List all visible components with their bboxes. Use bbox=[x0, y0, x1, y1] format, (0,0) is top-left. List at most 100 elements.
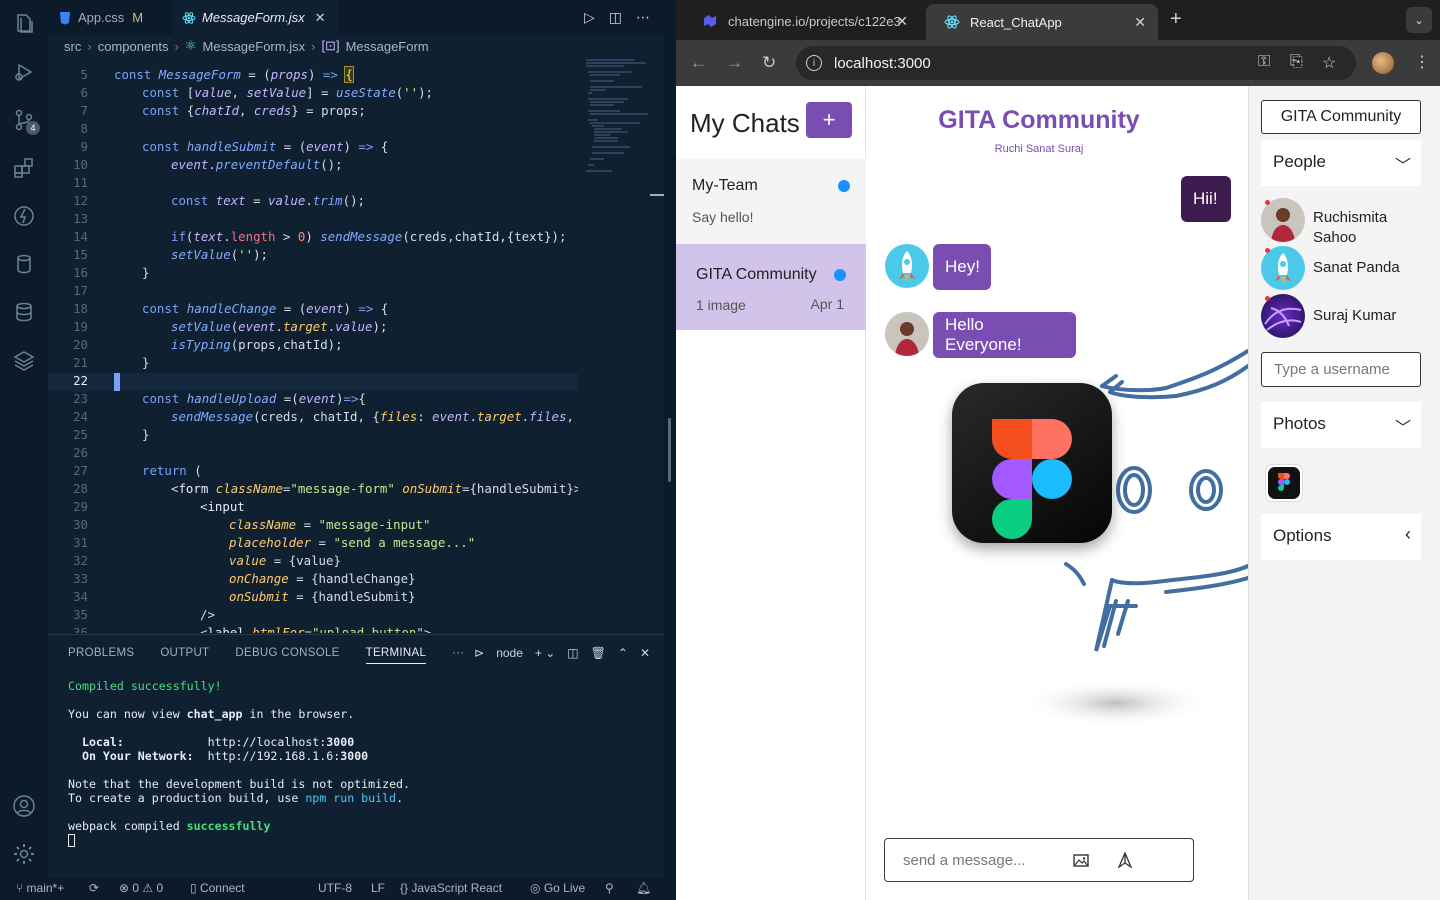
feed-subtitle: Ruchi Sanat Suraj bbox=[994, 143, 1084, 155]
eol-indicator[interactable]: LF bbox=[371, 881, 385, 895]
settings-gear-icon[interactable] bbox=[10, 840, 38, 868]
install-app-icon[interactable]: ⎘ bbox=[1290, 53, 1303, 71]
run-debug-icon[interactable] bbox=[10, 58, 38, 86]
options-section-header[interactable]: Options ‹ bbox=[1261, 514, 1421, 560]
reload-icon[interactable]: ↻ bbox=[762, 53, 776, 73]
feedback-icon[interactable]: ⚲ bbox=[605, 881, 614, 895]
css-file-icon bbox=[60, 11, 70, 24]
panel-more-icon[interactable]: ··· bbox=[452, 647, 464, 659]
browser-tab-react-chatapp[interactable]: React_ChatApp ✕ bbox=[926, 4, 1158, 40]
terminal-compiled: Compiled successfully! bbox=[68, 679, 222, 693]
account-icon[interactable] bbox=[10, 792, 38, 820]
tab-debug-console[interactable]: DEBUG CONSOLE bbox=[235, 647, 339, 659]
tab-messageform-jsx[interactable]: MessageForm.jsx ✕ bbox=[172, 0, 338, 35]
line-number: 34 bbox=[73, 589, 88, 604]
new-chat-button[interactable]: + bbox=[806, 102, 852, 138]
code-line: } bbox=[142, 355, 150, 370]
sql-tools-icon[interactable] bbox=[10, 298, 38, 326]
trash-icon[interactable]: 🗑 bbox=[591, 646, 606, 660]
problems-indicator[interactable]: ⊗ 0 ⚠ 0 bbox=[119, 881, 163, 895]
layers-icon[interactable] bbox=[10, 346, 38, 374]
forward-icon[interactable]: → bbox=[726, 53, 743, 73]
maximize-panel-icon[interactable]: ⌃ bbox=[618, 646, 628, 660]
profile-avatar[interactable] bbox=[1372, 52, 1394, 74]
password-key-icon[interactable]: ⚿ bbox=[1258, 53, 1270, 71]
editor-scrollbar[interactable] bbox=[650, 57, 664, 633]
window-divider[interactable] bbox=[664, 0, 676, 900]
people-section-header[interactable]: People ﹀ bbox=[1261, 140, 1421, 186]
site-info-icon[interactable]: i bbox=[806, 55, 822, 71]
terminal-build-cmd: npm run build bbox=[305, 791, 397, 805]
language-indicator[interactable]: {} JavaScript React bbox=[400, 881, 502, 895]
person-item[interactable]: Ruchismita Sahoo bbox=[1261, 198, 1431, 246]
terminal-output[interactable]: Compiled successfully! You can now view … bbox=[68, 679, 410, 847]
encoding-indicator[interactable]: UTF-8 bbox=[318, 881, 352, 895]
code-line: onSubmit = {handleSubmit} bbox=[229, 589, 416, 604]
upload-image-icon[interactable] bbox=[1073, 852, 1089, 868]
tab-label: MessageForm.jsx bbox=[202, 10, 305, 25]
tab-problems[interactable]: PROBLEMS bbox=[68, 647, 134, 659]
go-live-button[interactable]: ◎ Go Live bbox=[530, 881, 585, 895]
chat-card-title: My-Team bbox=[692, 177, 758, 194]
back-icon[interactable]: ← bbox=[690, 53, 707, 73]
breadcrumb-components[interactable]: components bbox=[98, 39, 169, 54]
database-icon[interactable] bbox=[10, 250, 38, 278]
chevron-right-icon: › bbox=[174, 38, 179, 54]
tab-output[interactable]: OUTPUT bbox=[160, 647, 209, 659]
online-status-dot bbox=[1265, 296, 1270, 301]
close-panel-icon[interactable]: ✕ bbox=[640, 646, 650, 660]
breadcrumb: src › components › ⚛ MessageForm.jsx › [… bbox=[48, 35, 664, 57]
explorer-icon[interactable] bbox=[10, 10, 38, 38]
browser-tab-chatengine[interactable]: chatengine.io/projects/c122e3 ✕ bbox=[684, 6, 920, 36]
split-terminal-icon[interactable]: ◫ bbox=[567, 646, 578, 660]
connect-indicator[interactable]: ▯ Connect bbox=[190, 881, 245, 895]
bookmark-star-icon[interactable]: ☆ bbox=[1322, 53, 1336, 73]
terminal-note2: To create a production build, use bbox=[68, 791, 306, 805]
extensions-icon[interactable] bbox=[10, 154, 38, 182]
photos-section-header[interactable]: Photos ﹀ bbox=[1261, 402, 1421, 448]
person-item[interactable]: Sanat Panda bbox=[1261, 246, 1431, 290]
code-line: const MessageForm = (props) => { bbox=[114, 66, 354, 83]
line-number: 23 bbox=[73, 391, 88, 406]
username-input[interactable] bbox=[1261, 352, 1421, 387]
close-tab-icon[interactable]: ✕ bbox=[896, 13, 908, 30]
close-tab-icon[interactable]: ✕ bbox=[315, 10, 326, 26]
run-icon[interactable]: ▷ bbox=[584, 10, 595, 26]
breadcrumb-src[interactable]: src bbox=[64, 39, 81, 54]
code-editor[interactable]: 5 6 7 8 9 10 11 12 13 14 15 16 17 18 19 20 21 22 23 24 25 26 2… bbox=[48, 57, 578, 633]
new-tab-icon[interactable]: + bbox=[1170, 8, 1182, 31]
person-item[interactable]: Suraj Kumar bbox=[1261, 294, 1431, 338]
breadcrumb-symbol[interactable]: MessageForm bbox=[346, 39, 429, 54]
more-actions-icon[interactable]: ⋯ bbox=[636, 10, 650, 26]
line-number: 16 bbox=[73, 265, 88, 280]
code-line: onChange = {handleChange} bbox=[229, 571, 416, 586]
terminal-shell-label[interactable]: node bbox=[496, 646, 523, 660]
message-input[interactable] bbox=[893, 845, 1053, 875]
close-tab-icon[interactable]: ✕ bbox=[1134, 14, 1146, 31]
send-icon[interactable] bbox=[1117, 852, 1133, 868]
chat-feed: GITA Community Ruchi Sanat Suraj Hii! He… bbox=[866, 86, 1248, 900]
figma-logo-icon bbox=[992, 419, 1072, 539]
chat-list: My Chats + My-Team Say hello! GITA Commu… bbox=[676, 86, 866, 900]
chat-card-my-team[interactable]: My-Team Say hello! bbox=[676, 159, 866, 245]
browser-tab-title: chatengine.io/projects/c122e3 bbox=[728, 13, 901, 29]
branch-indicator[interactable]: ⑂ main*+ bbox=[16, 881, 64, 895]
chat-title-field[interactable]: GITA Community bbox=[1261, 100, 1421, 134]
tab-terminal[interactable]: TERMINAL bbox=[365, 647, 427, 664]
new-terminal-icon[interactable]: + ⌄ bbox=[535, 646, 555, 660]
activity-bar: 4 bbox=[0, 0, 48, 878]
address-bar[interactable]: i localhost:3000 ⚿ ⎘ ☆ bbox=[796, 46, 1356, 80]
minimap[interactable] bbox=[584, 57, 650, 187]
remote-icon[interactable] bbox=[10, 202, 38, 230]
image-message[interactable] bbox=[952, 383, 1112, 543]
breadcrumb-file[interactable]: MessageForm.jsx bbox=[203, 39, 306, 54]
tab-app-css[interactable]: App.css M bbox=[48, 0, 172, 35]
photo-thumbnail[interactable] bbox=[1265, 464, 1303, 502]
notifications-icon[interactable]: 🔔︎ bbox=[636, 881, 651, 895]
chat-card-gita-community[interactable]: GITA Community 1 image Apr 1 bbox=[676, 244, 866, 330]
sync-icon[interactable]: ⟳ bbox=[89, 881, 99, 895]
tab-search-icon[interactable]: ⌄ bbox=[1406, 7, 1432, 33]
browser-menu-icon[interactable]: ⋮ bbox=[1414, 52, 1430, 72]
line-number: 5 bbox=[80, 67, 88, 82]
split-editor-icon[interactable]: ◫ bbox=[609, 10, 622, 26]
